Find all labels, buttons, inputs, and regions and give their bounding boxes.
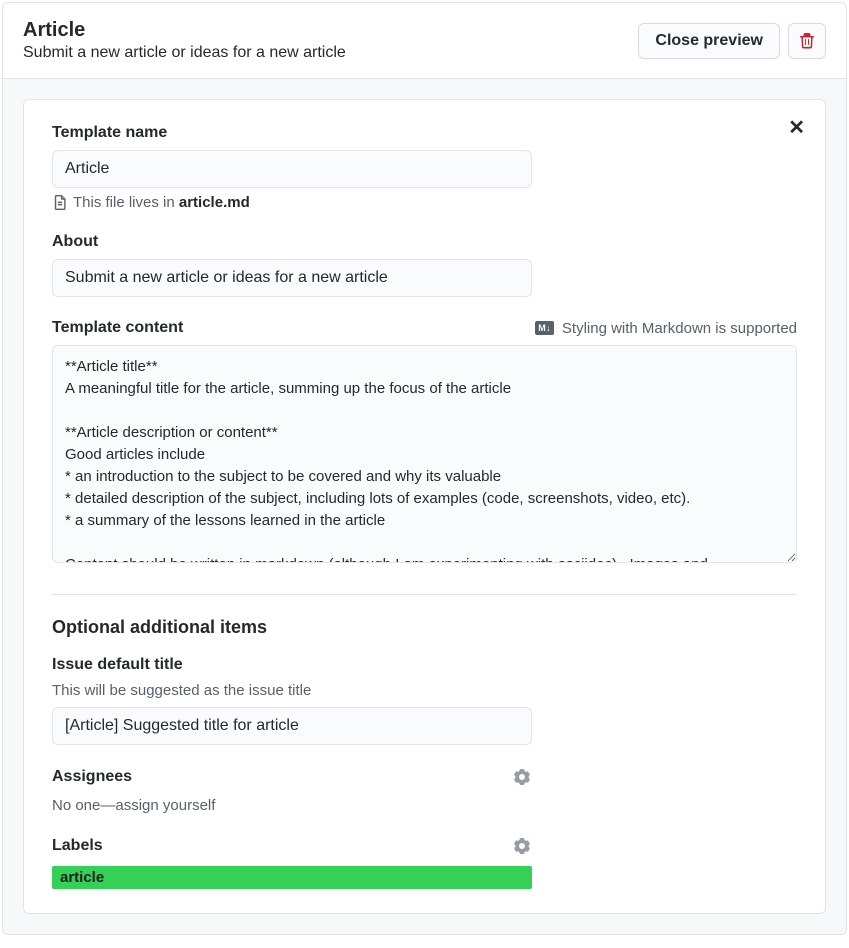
close-preview-button[interactable]: Close preview [638, 23, 780, 59]
markdown-hint[interactable]: M↓ Styling with Markdown is supported [535, 320, 797, 337]
editor-body: ✕ Template name This file lives in artic… [3, 78, 846, 934]
page-subtitle: Submit a new article or ideas for a new … [23, 44, 638, 62]
template-name-label: Template name [52, 124, 797, 142]
default-title-group: Issue default title This will be suggest… [52, 656, 797, 745]
markdown-icon: M↓ [535, 321, 554, 335]
divider [52, 594, 797, 595]
template-name-group: Template name This file lives in article… [52, 124, 797, 211]
gear-icon[interactable] [512, 767, 532, 787]
default-title-input[interactable] [52, 707, 532, 745]
template-editor-container: Article Submit a new article or ideas fo… [2, 2, 847, 935]
about-group: About [52, 233, 797, 297]
trash-icon [799, 33, 815, 49]
template-content-textarea[interactable] [52, 345, 797, 563]
gear-icon[interactable] [512, 836, 532, 856]
assignees-empty-text[interactable]: No one—assign yourself [52, 797, 797, 814]
file-icon [52, 195, 67, 210]
file-location-hint: This file lives in article.md [52, 194, 797, 211]
delete-button[interactable] [788, 23, 826, 59]
about-label: About [52, 233, 797, 251]
page-title: Article [23, 19, 638, 42]
assignees-row: Assignees [52, 767, 532, 787]
assignees-group: Assignees No one—assign yourself [52, 767, 797, 814]
file-name: article.md [179, 194, 250, 211]
template-name-input[interactable] [52, 150, 532, 188]
header: Article Submit a new article or ideas fo… [3, 3, 846, 78]
about-input[interactable] [52, 259, 532, 297]
labels-label: Labels [52, 837, 512, 855]
file-hint-text: This file lives in article.md [73, 194, 250, 211]
assignees-label: Assignees [52, 768, 512, 786]
content-header-row: Template content M↓ Styling with Markdow… [52, 319, 797, 337]
header-text: Article Submit a new article or ideas fo… [23, 19, 638, 62]
labels-group: Labels article [52, 836, 797, 889]
default-title-hint: This will be suggested as the issue titl… [52, 682, 797, 699]
markdown-hint-text: Styling with Markdown is supported [562, 320, 797, 337]
template-content-group: Template content M↓ Styling with Markdow… [52, 319, 797, 566]
template-content-label: Template content [52, 319, 535, 337]
optional-heading: Optional additional items [52, 617, 797, 638]
labels-row: Labels [52, 836, 532, 856]
default-title-label: Issue default title [52, 656, 797, 674]
close-icon[interactable]: ✕ [788, 118, 805, 138]
editor-card: ✕ Template name This file lives in artic… [23, 99, 826, 914]
header-actions: Close preview [638, 23, 826, 59]
label-chip-article[interactable]: article [52, 866, 532, 889]
